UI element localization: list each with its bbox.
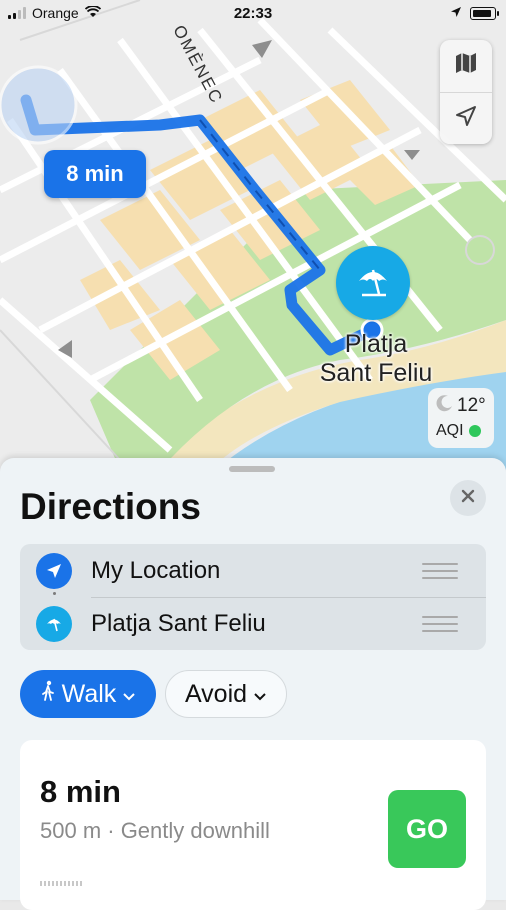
chevron-down-icon [253,680,267,709]
aqi-label: AQI [436,422,464,439]
moon-icon [436,394,454,418]
status-bar: Orange 22:33 [0,0,506,26]
reorder-handle-icon[interactable] [422,562,458,579]
temperature: 12° [457,395,486,416]
beach-umbrella-icon [353,261,393,306]
reorder-handle-icon[interactable] [422,615,458,632]
weather-widget[interactable]: 12° AQI [428,388,494,448]
sheet-grabber[interactable] [229,466,275,472]
sheet-title: Directions [20,486,201,527]
locate-button[interactable] [440,91,492,145]
destination-label-line2: Sant Feliu [319,359,433,387]
walking-person-icon [40,680,56,709]
map-icon [454,52,478,79]
route-card[interactable]: 8 min 500 m · Gently downhill GO [20,740,486,910]
location-arrow-icon [36,552,72,589]
destination-pin[interactable] [336,246,410,320]
close-button[interactable] [450,480,486,516]
eta-label: 8 min [66,161,124,186]
waypoint-destination[interactable]: Platja Sant Feliu [20,597,486,650]
eta-badge[interactable]: 8 min [44,150,146,198]
destination-label[interactable]: Platja Sant Feliu [296,330,456,388]
go-button[interactable]: GO [388,790,466,868]
waypoint-origin[interactable]: My Location [20,544,486,597]
waypoint-list: My Location Platja Sant Feliu [20,544,486,650]
directions-sheet: Directions My Location Platja Sant Feliu… [0,458,506,910]
elevation-chart-icon [40,880,84,886]
walk-mode-button[interactable]: Walk [20,670,156,718]
avoid-label: Avoid [184,679,248,708]
waypoint-origin-label: My Location [91,556,221,584]
map-controls [440,40,492,144]
chevron-down-icon [122,680,136,709]
beach-umbrella-icon [36,605,72,642]
route-detail: 500 m · Gently downhill [40,818,270,843]
go-label: GO [405,813,448,844]
destination-label-line1: Platja [344,330,408,358]
walk-mode-label: Walk [61,679,117,708]
location-arrow-icon [455,105,477,132]
route-time: 8 min [40,774,121,809]
battery-icon [470,6,499,20]
close-icon [461,489,475,508]
status-time: 22:33 [233,4,273,22]
aqi-indicator-icon [468,425,481,437]
avoid-options-button[interactable]: Avoid [165,670,287,718]
waypoint-destination-label: Platja Sant Feliu [91,609,266,637]
map-mode-button[interactable] [440,40,492,92]
